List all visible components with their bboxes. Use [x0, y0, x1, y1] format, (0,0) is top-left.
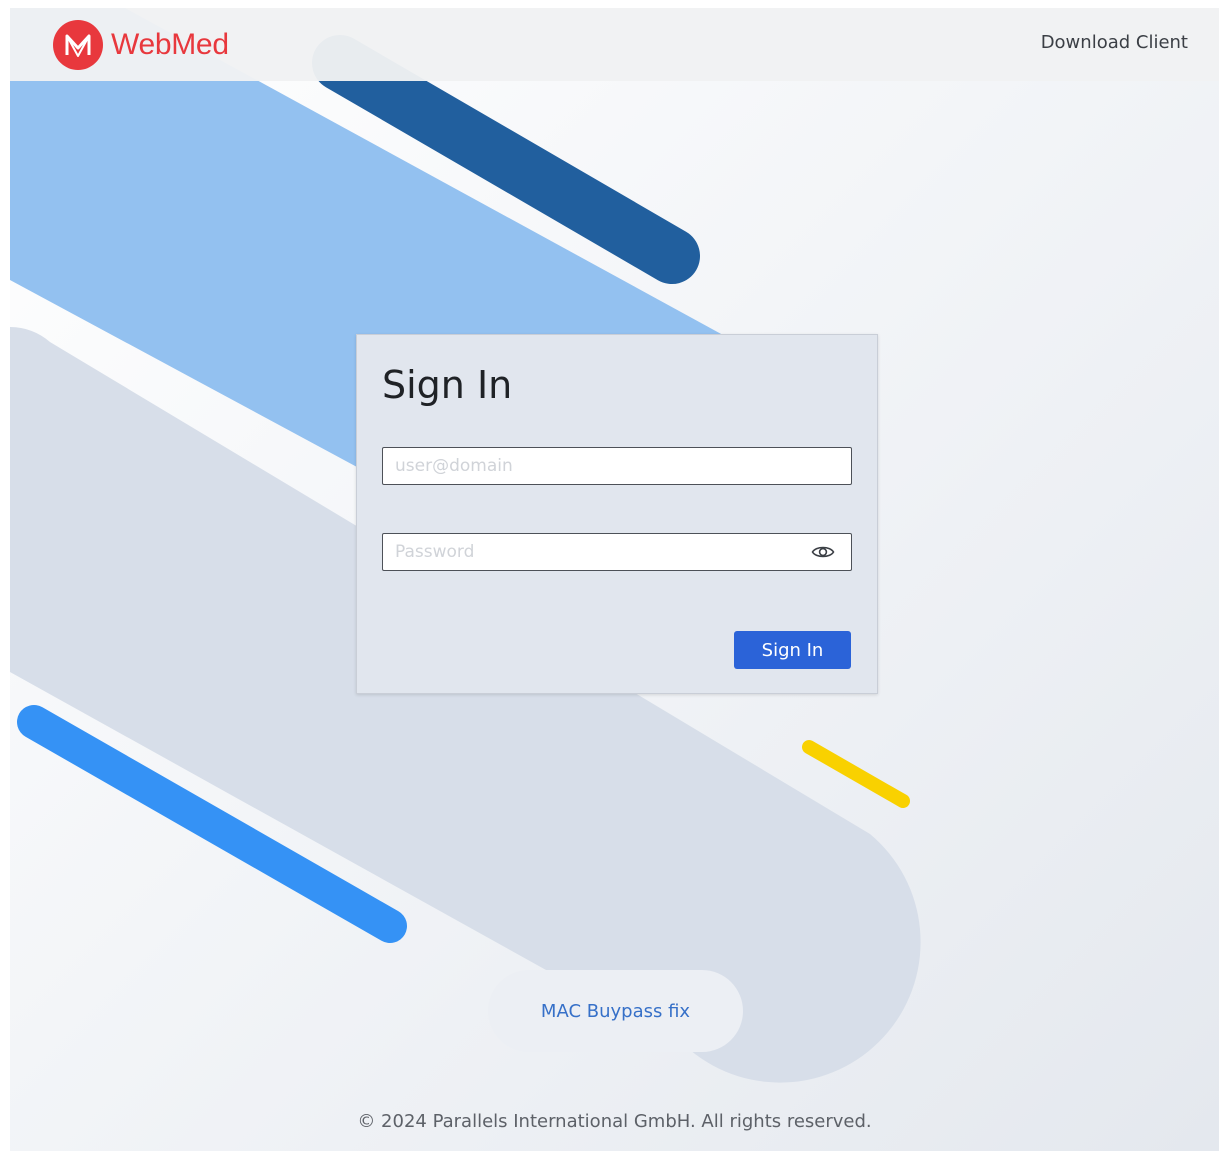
yellow-stripe	[802, 740, 910, 808]
top-bar: WebMed Download Client	[10, 8, 1219, 81]
copyright-text: © 2024 Parallels International GmbH. All…	[357, 1111, 872, 1132]
mac-fix-link-container: MAC Buypass fix	[488, 970, 743, 1052]
brand-name: WebMed	[111, 28, 229, 61]
signin-title: Sign In	[382, 363, 513, 407]
eye-icon[interactable]	[811, 543, 835, 561]
download-client-link[interactable]: Download Client	[1041, 32, 1188, 53]
username-input[interactable]	[383, 448, 851, 484]
signin-button[interactable]: Sign In	[734, 631, 851, 669]
logo: WebMed	[53, 20, 229, 70]
password-input[interactable]	[383, 534, 851, 570]
password-field-wrapper	[382, 533, 852, 571]
login-page: WebMed Download Client Sign In Sign In M…	[10, 8, 1219, 1151]
username-field-wrapper	[382, 447, 852, 485]
webmed-logo-icon	[53, 20, 103, 70]
mac-buypass-fix-link[interactable]: MAC Buypass fix	[541, 1001, 690, 1022]
signin-card: Sign In Sign In	[356, 334, 878, 694]
